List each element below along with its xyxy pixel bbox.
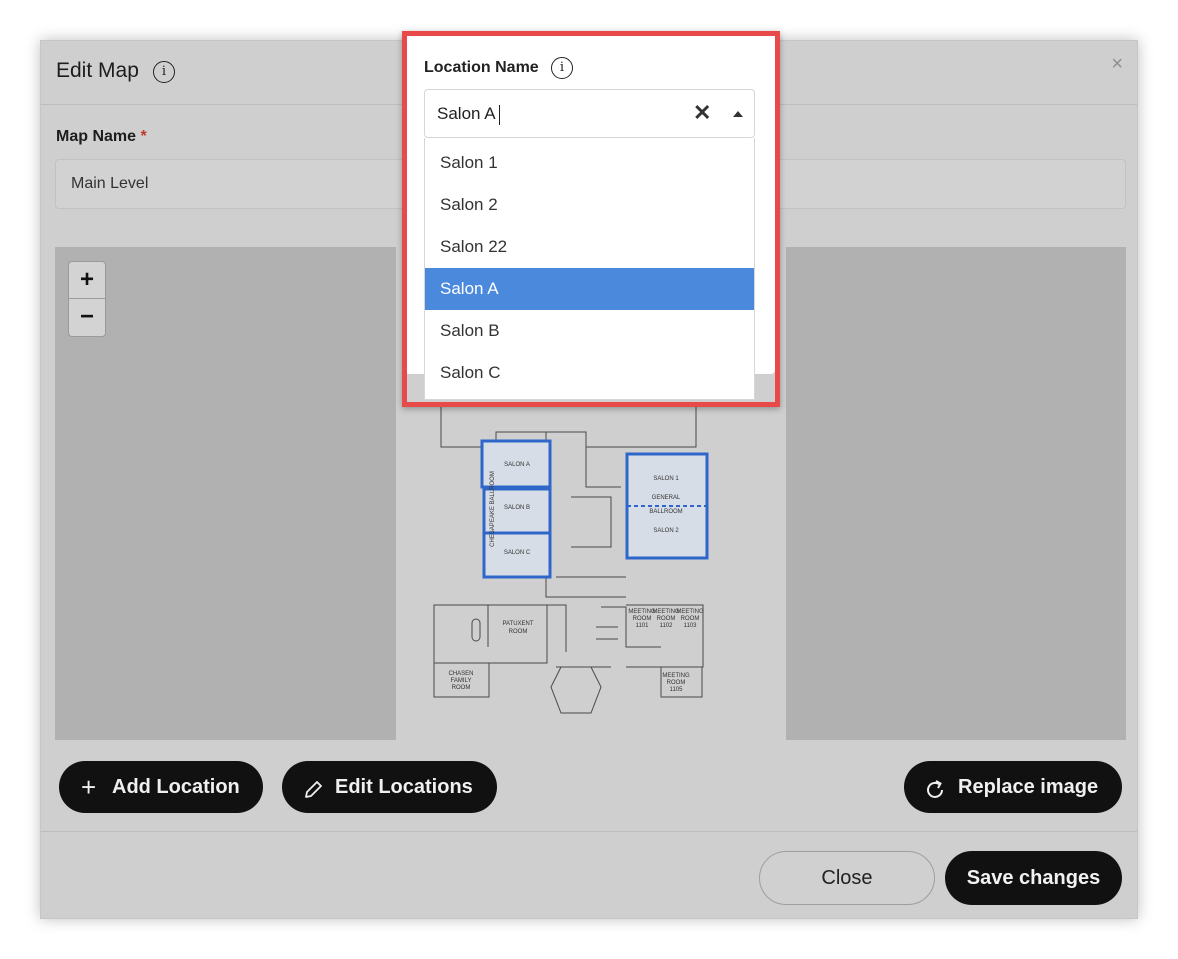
svg-text:1103: 1103 bbox=[684, 623, 698, 629]
info-icon[interactable]: i bbox=[153, 61, 175, 83]
refresh-icon bbox=[923, 762, 947, 814]
modal-title: Edit Map bbox=[56, 59, 139, 82]
svg-text:SALON B: SALON B bbox=[504, 505, 530, 511]
svg-text:ROOM: ROOM bbox=[452, 685, 471, 691]
svg-text:CHASEN: CHASEN bbox=[448, 671, 473, 677]
svg-text:ROOM: ROOM bbox=[681, 616, 700, 622]
svg-text:ROOM: ROOM bbox=[667, 680, 686, 686]
add-location-label: Add Location bbox=[112, 776, 240, 798]
svg-text:1105: 1105 bbox=[670, 687, 684, 693]
highlight-frame bbox=[402, 31, 780, 407]
close-icon[interactable]: × bbox=[1111, 53, 1123, 76]
zoom-in-button[interactable]: + bbox=[69, 262, 105, 299]
add-location-button[interactable]: + Add Location bbox=[59, 761, 263, 813]
footer-divider bbox=[41, 831, 1137, 832]
svg-text:BALLROOM: BALLROOM bbox=[649, 509, 682, 515]
svg-text:CHESAPEAKE BALLROOM: CHESAPEAKE BALLROOM bbox=[490, 471, 496, 547]
zoom-control: + − bbox=[68, 261, 106, 337]
svg-text:GENERAL: GENERAL bbox=[652, 495, 681, 501]
salon-1-2-zone bbox=[625, 452, 709, 560]
map-name-label: Map Name * bbox=[56, 128, 147, 146]
svg-text:ROOM: ROOM bbox=[633, 616, 652, 622]
svg-text:ROOM: ROOM bbox=[509, 629, 528, 635]
svg-text:MEETING: MEETING bbox=[676, 609, 704, 615]
svg-text:SALON 1: SALON 1 bbox=[653, 476, 679, 482]
replace-image-button[interactable]: Replace image bbox=[904, 761, 1122, 813]
edit-locations-button[interactable]: Edit Locations bbox=[282, 761, 497, 813]
svg-text:SALON 2: SALON 2 bbox=[653, 528, 679, 534]
replace-image-label: Replace image bbox=[958, 776, 1099, 798]
zoom-out-button[interactable]: − bbox=[69, 299, 105, 336]
edit-locations-label: Edit Locations bbox=[335, 776, 473, 798]
plus-icon: + bbox=[81, 772, 97, 802]
svg-text:FAMILY: FAMILY bbox=[451, 678, 472, 684]
svg-text:MEETING: MEETING bbox=[662, 673, 690, 679]
svg-text:PATUXENT: PATUXENT bbox=[502, 621, 533, 627]
svg-text:SALON A: SALON A bbox=[504, 462, 530, 468]
close-button[interactable]: Close bbox=[759, 851, 935, 905]
svg-text:1102: 1102 bbox=[660, 623, 674, 629]
svg-text:SALON C: SALON C bbox=[504, 550, 531, 556]
required-asterisk: * bbox=[140, 128, 147, 145]
svg-text:ROOM: ROOM bbox=[657, 616, 676, 622]
map-name-label-text: Map Name bbox=[56, 128, 137, 145]
svg-text:1101: 1101 bbox=[636, 623, 650, 629]
pencil-icon bbox=[302, 762, 324, 814]
save-changes-button[interactable]: Save changes bbox=[945, 851, 1122, 905]
